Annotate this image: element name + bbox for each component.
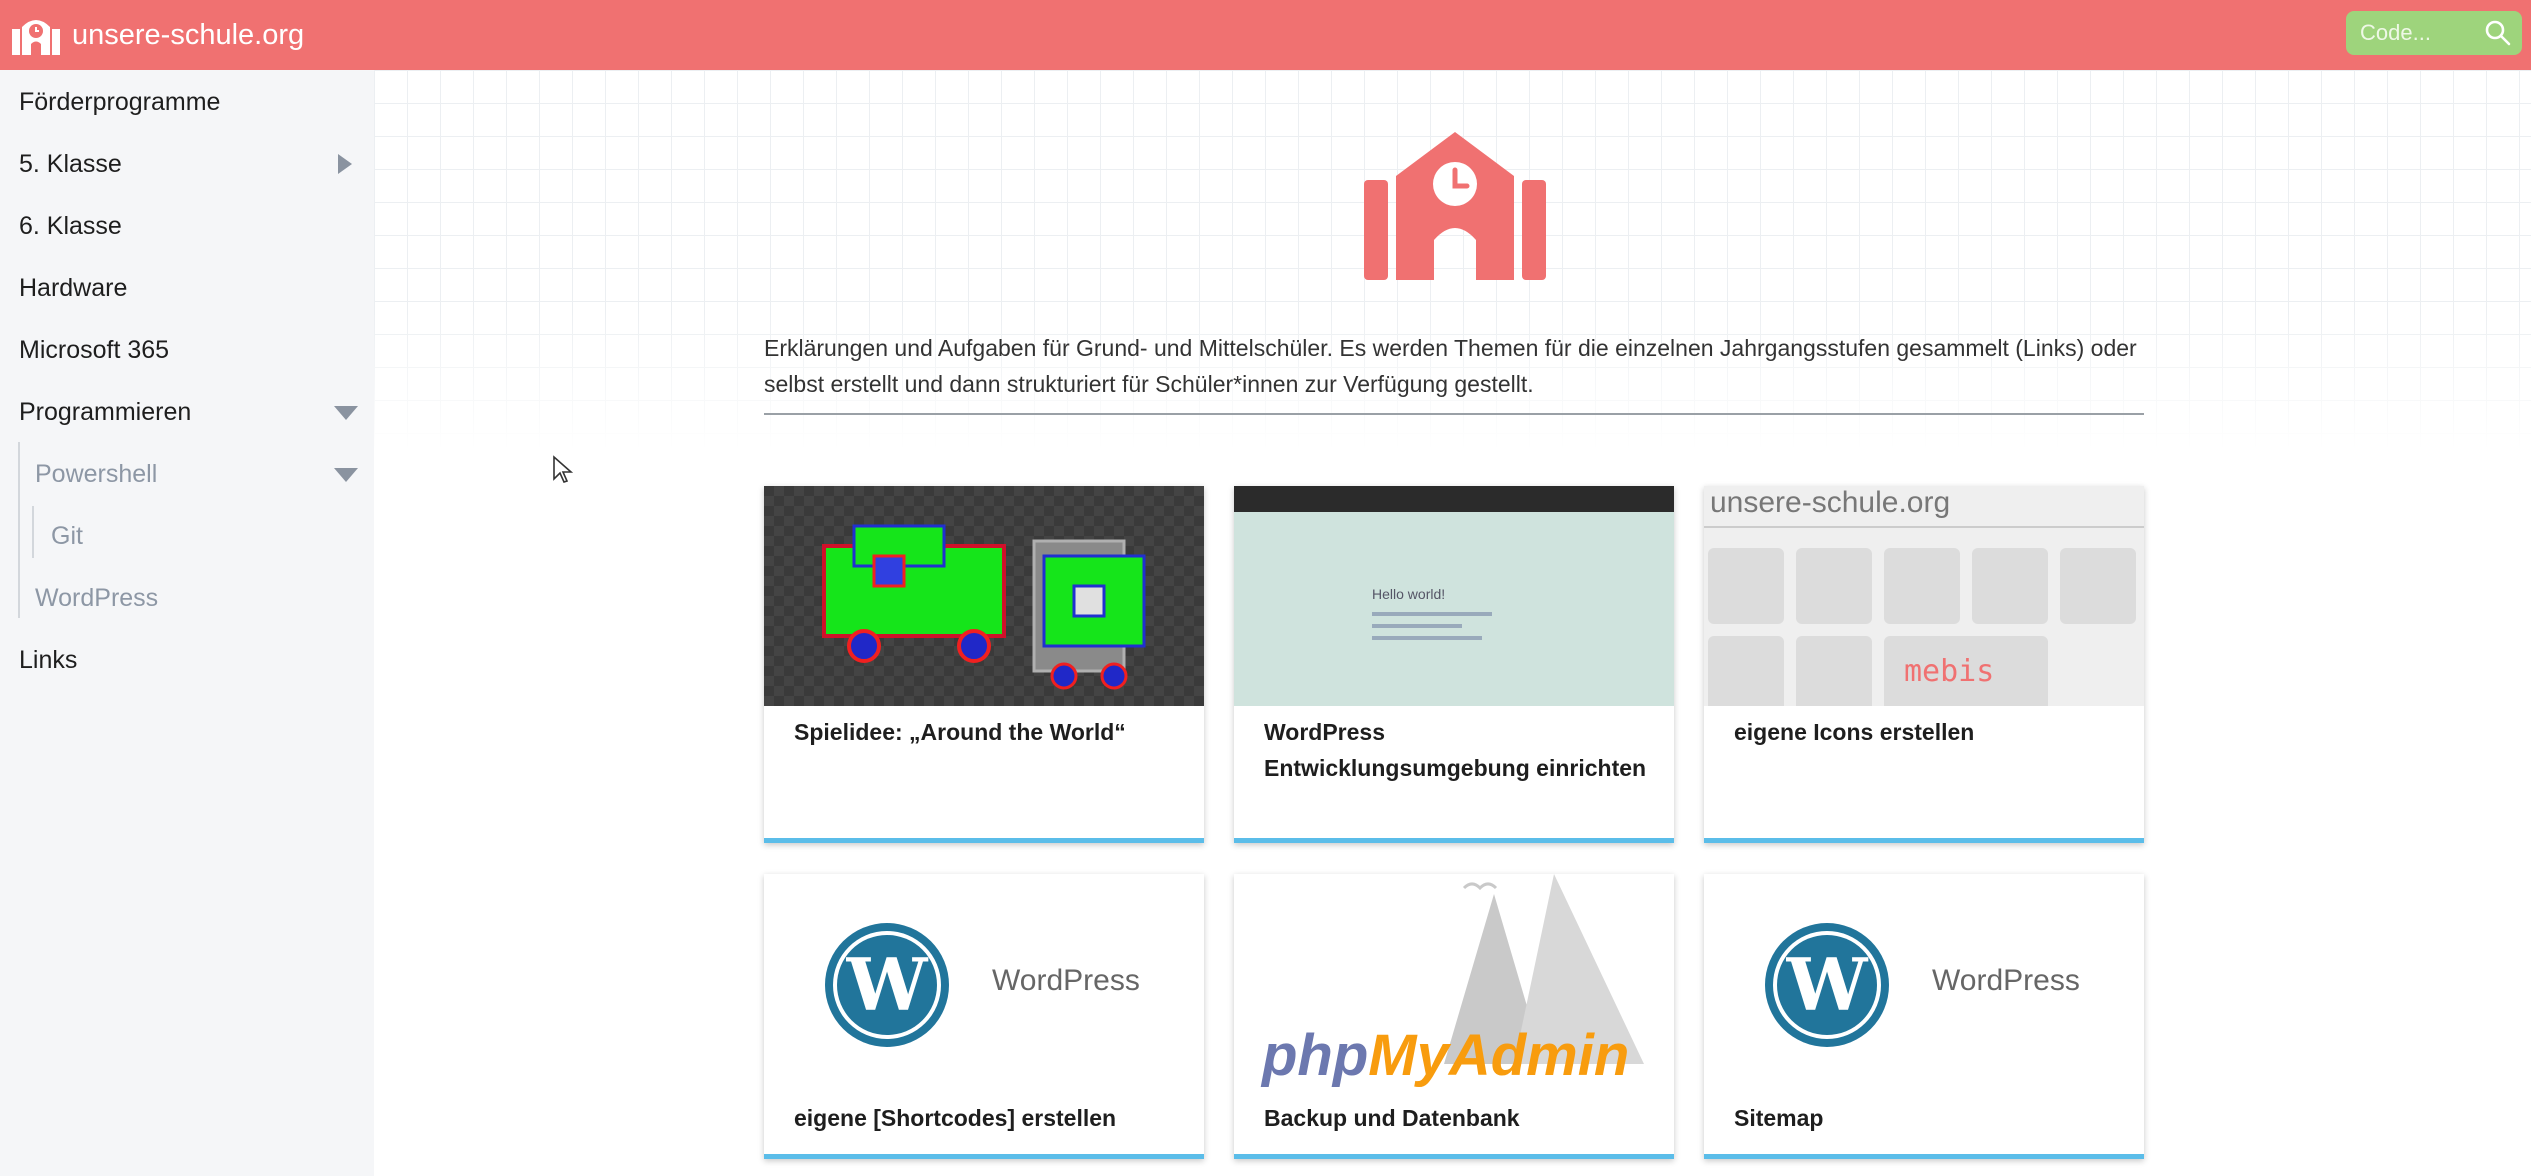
phpmyadmin-logo: phpMyAdmin [1262,1022,1629,1089]
wordpress-logo-icon: W [825,923,949,1047]
svg-text:W: W [846,942,929,1027]
top-bar: unsere-schule.org [0,0,2531,70]
card-title: Spielidee: „Around the World“ [794,719,1126,745]
card-thumbnail: phpMyAdmin [1234,874,1674,1094]
sidebar-item-label: WordPress [35,583,159,612]
search-icon[interactable] [2484,19,2512,47]
card-around-the-world[interactable]: Spielidee: „Around the World“ [764,486,1204,843]
bank-icon [2060,548,2136,624]
card-eigene-icons-erstellen[interactable]: unsere-schule.org mebis eigene Icons ers… [1704,486,2144,843]
sidebar-item-5-klasse[interactable]: 5. Klasse [0,136,374,192]
sidebar-item-links[interactable]: Links [0,632,374,688]
card-thumbnail: W WordPress [1704,874,2144,1094]
sidebar-item-label: Hardware [19,273,128,302]
sidebar-item-label: Microsoft 365 [19,335,170,364]
sidebar-item-hardware[interactable]: Hardware [0,260,374,316]
thumbnail-heading: Hello world! [1372,586,1446,602]
sidebar-item-label: 5. Klasse [19,149,122,178]
sidebar-item-label: Programmieren [19,397,192,426]
thumbnail-line [1372,612,1492,616]
card-thumbnail: unsere-schule.org mebis [1704,486,2144,706]
myadmin-text: MyAdmin [1368,1023,1630,1088]
sidebar: Förderprogramme 5. Klasse 6. Klasse Hard… [0,70,374,1176]
school-logo-icon [1364,132,1546,280]
card-sitemap[interactable]: W WordPress Sitemap [1704,874,2144,1159]
intro-divider [764,413,2144,415]
thumbnail-heading: unsere-schule.org [1710,486,1951,519]
mebis-logo: mebis [1884,636,2048,706]
sidebar-item-powershell[interactable]: Powershell [0,446,374,502]
wordpress-text: WordPress [992,964,1140,997]
pixel-car-illustration [822,524,1146,690]
thumbnail-line [1372,636,1482,640]
chevron-right-icon[interactable] [338,154,352,174]
brand-link[interactable]: unsere-schule.org [10,0,304,70]
browser-bar [1234,486,1674,512]
school-logo-icon [1796,636,1872,706]
mebis-text: mebis [1904,654,1995,689]
sidebar-item-wordpress[interactable]: WordPress [0,570,374,626]
card-thumbnail: W WordPress [764,874,1204,1094]
intro-text: Erklärungen und Aufgaben für Grund- und … [764,335,2137,397]
sidebar-item-label: Git [51,521,83,550]
sidebar-item-microsoft-365[interactable]: Microsoft 365 [0,322,374,378]
card-backup-und-datenbank[interactable]: phpMyAdmin Backup und Datenbank [1234,874,1674,1159]
link-icon [1708,548,1784,624]
card-title: Sitemap [1734,1105,1824,1131]
search-input[interactable] [2346,11,2480,55]
wordpress-text: WordPress [1932,964,2080,997]
card-eigene-shortcodes-erstellen[interactable]: W WordPress eigene [Shortcodes] erstelle… [764,874,1204,1159]
card-title: eigene [Shortcodes] erstellen [794,1105,1117,1131]
school-logo-icon [12,20,60,55]
chevron-down-icon[interactable] [334,406,358,420]
edit-icon [1796,548,1872,624]
pencil-icon [1972,548,2048,624]
thumbnail-line [1372,624,1462,628]
site-title: unsere-schule.org [72,18,305,51]
card-thumbnail: Hello world! [1234,486,1674,706]
mouse-cursor-icon [553,455,574,483]
search-box [2346,11,2522,55]
wordpress-logo-icon: W [1765,923,1889,1047]
sidebar-item-programmieren[interactable]: Programmieren [0,384,374,440]
wallet-icon [1884,548,1960,624]
card-wordpress-entwicklungsumgebung[interactable]: Hello world! WordPress Entwicklungsumgeb… [1234,486,1674,843]
card-title: eigene Icons erstellen [1734,719,1975,745]
card-title: WordPress Entwicklungsumgebung einrichte… [1264,719,1647,781]
sidebar-item-6-klasse[interactable]: 6. Klasse [0,198,374,254]
card-thumbnail [764,486,1204,706]
sidebar-item-label: 6. Klasse [19,211,122,240]
php-text: php [1262,1023,1369,1088]
dice-icon [1708,636,1784,706]
sidebar-item-label: Powershell [35,459,158,488]
sidebar-item-foerderprogramme[interactable]: Förderprogramme [0,74,374,130]
sidebar-item-label: Förderprogramme [19,87,221,116]
thumbnail-divider [1704,526,2144,528]
svg-text:W: W [1786,942,1869,1027]
sidebar-item-git[interactable]: Git [0,508,374,564]
sidebar-item-label: Links [19,645,78,674]
chevron-down-icon[interactable] [334,468,358,482]
card-title: Backup und Datenbank [1264,1105,1520,1131]
